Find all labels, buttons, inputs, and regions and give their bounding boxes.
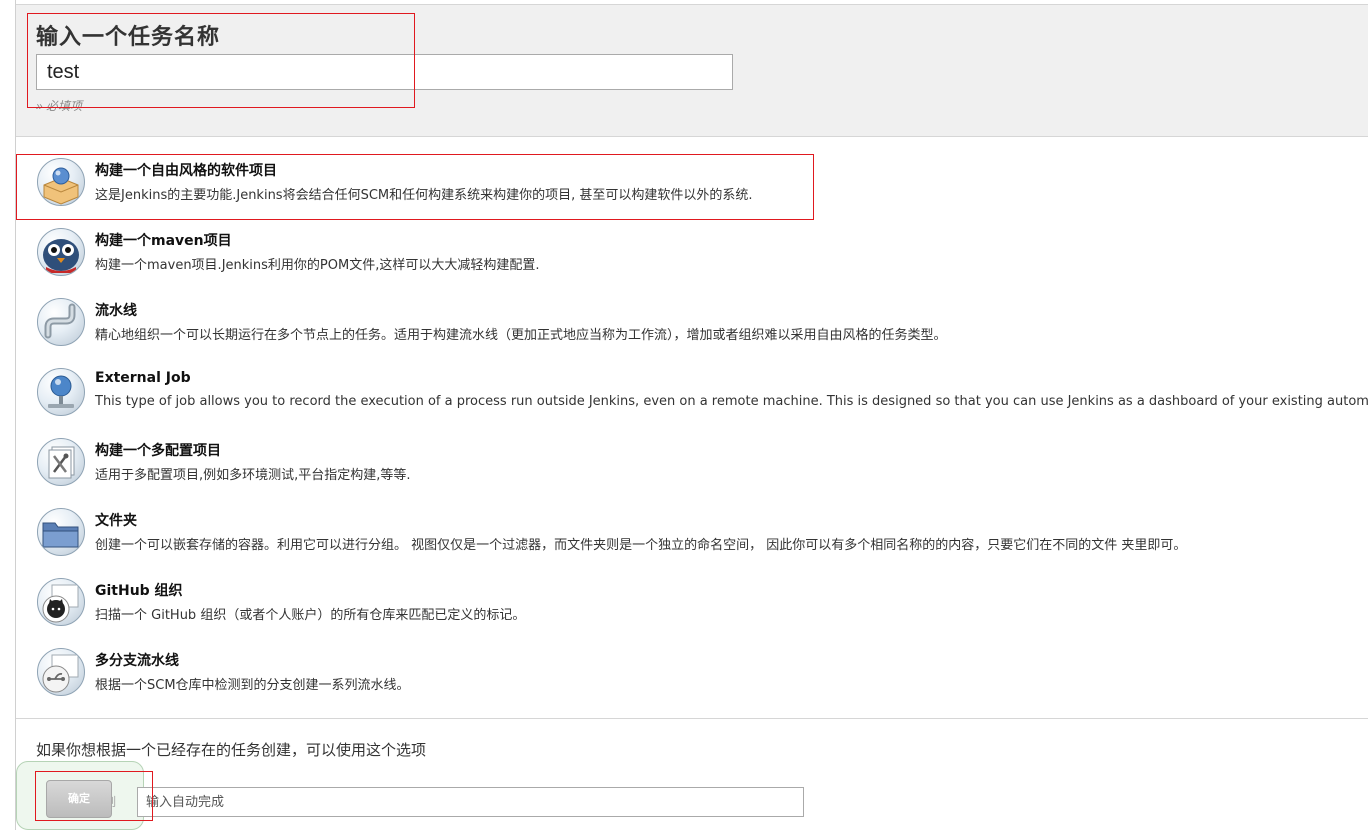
item-type-description: 构建一个maven项目.Jenkins利用你的POM文件,这样可以大大减轻构建配… (95, 258, 540, 273)
item-type-multibranch-pipeline[interactable]: 多分支流水线 根据一个SCM仓库中检测到的分支创建一系列流水线。 (16, 640, 1368, 706)
item-type-description: 这是Jenkins的主要功能.Jenkins将会结合任何SCM和任何构建系统来构… (95, 188, 753, 203)
item-type-multi-config[interactable]: 构建一个多配置项目 适用于多配置项目,例如多环境测试,平台指定构建,等等. (16, 430, 1368, 496)
item-type-title: 构建一个多配置项目 (95, 443, 221, 459)
ok-button[interactable]: 确定 (46, 780, 112, 818)
item-type-title: GitHub 组织 (95, 583, 183, 599)
item-type-github-organization[interactable]: GitHub 组织 扫描一个 GitHub 组织（或者个人账户）的所有仓库来匹配… (16, 570, 1368, 636)
freestyle-project-icon (37, 158, 85, 206)
item-type-description: This type of job allows you to record th… (95, 394, 1368, 409)
item-type-description: 扫描一个 GitHub 组织（或者个人账户）的所有仓库来匹配已定义的标记。 (95, 608, 526, 623)
github-organization-icon (37, 578, 85, 626)
item-type-pipeline[interactable]: 流水线 精心地组织一个可以长期运行在多个节点上的任务。适用于构建流水线（更加正式… (16, 290, 1368, 356)
item-type-title: 多分支流水线 (95, 653, 179, 669)
pipeline-icon (37, 298, 85, 346)
multibranch-pipeline-icon (37, 648, 85, 696)
copy-from-input[interactable] (137, 787, 804, 817)
name-section-title: 输入一个任务名称 (36, 25, 221, 50)
item-type-description: 精心地组织一个可以长期运行在多个节点上的任务。适用于构建流水线（更加正式地应当称… (95, 328, 947, 343)
item-type-freestyle[interactable]: 构建一个自由风格的软件项目 这是Jenkins的主要功能.Jenkins将会结合… (16, 150, 1368, 216)
item-type-description: 创建一个可以嵌套存储的容器。利用它可以进行分组。 视图仅仅是一个过滤器，而文件夹… (95, 538, 1187, 553)
item-type-title: 文件夹 (95, 513, 137, 529)
item-type-description: 适用于多配置项目,例如多环境测试,平台指定构建,等等. (95, 468, 411, 483)
external-job-icon (37, 368, 85, 416)
new-item-page: 输入一个任务名称 » 必填项 构建一个自由风格的软件项目 这是Jenkins的主… (0, 0, 1368, 830)
item-type-maven[interactable]: 构建一个maven项目 构建一个maven项目.Jenkins利用你的POM文件… (16, 220, 1368, 286)
item-name-input[interactable] (36, 54, 733, 90)
item-type-title: External Job (95, 370, 191, 386)
required-hint: » 必填项 (36, 99, 83, 113)
item-type-title: 流水线 (95, 303, 137, 319)
item-type-folder[interactable]: 文件夹 创建一个可以嵌套存储的容器。利用它可以进行分组。 视图仅仅是一个过滤器，… (16, 500, 1368, 566)
item-type-description: 根据一个SCM仓库中检测到的分支创建一系列流水线。 (95, 678, 410, 693)
item-type-title: 构建一个自由风格的软件项目 (95, 163, 277, 179)
item-type-external-job[interactable]: External Job This type of job allows you… (16, 360, 1368, 426)
item-type-title: 构建一个maven项目 (95, 233, 232, 249)
copy-from-hint: 如果你想根据一个已经存在的任务创建，可以使用这个选项 (36, 741, 427, 759)
folder-icon (37, 508, 85, 556)
multi-config-project-icon (37, 438, 85, 486)
maven-project-icon (37, 228, 85, 276)
